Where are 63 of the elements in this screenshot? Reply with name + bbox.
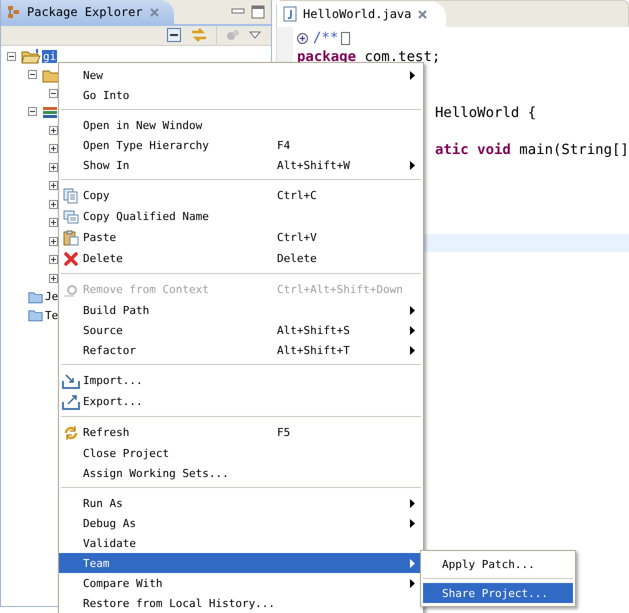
close-icon[interactable] — [417, 8, 428, 20]
open-folder-icon — [21, 48, 41, 64]
tree-expander-icon[interactable] — [49, 181, 58, 190]
menu-item[interactable]: Delete Delete — [59, 248, 423, 269]
menu-item[interactable]: Copy Ctrl+C — [59, 185, 423, 206]
menu-item[interactable]: Apply Patch... — [423, 554, 573, 574]
menu-item[interactable]: Debug As — [59, 513, 423, 533]
tree-expander-icon[interactable] — [28, 70, 37, 80]
tree-expander-icon[interactable] — [49, 236, 58, 246]
tree-expander-icon[interactable] — [49, 144, 58, 154]
menu-item[interactable]: New — [59, 65, 423, 85]
expand-fold-icon[interactable] — [297, 32, 308, 44]
import-icon — [62, 372, 80, 388]
menu-item[interactable]: Source Alt+Shift+S — [59, 320, 423, 340]
view-menu-icon[interactable] — [249, 30, 261, 38]
code-line: atic void main(String[] — [435, 142, 629, 158]
tree-expander-icon[interactable] — [49, 88, 58, 98]
collapse-all-icon[interactable] — [166, 26, 182, 42]
code-line: HelloWorld { — [435, 104, 536, 121]
delete-icon — [63, 250, 79, 266]
menu-item[interactable]: Refactor Alt+Shift+T — [59, 340, 423, 360]
java-file-icon — [283, 6, 297, 22]
tree-expander-icon[interactable] — [49, 126, 58, 135]
menu-item[interactable]: Close Project — [59, 443, 423, 463]
folded-marker-icon — [341, 32, 350, 45]
menu-item[interactable]: Import... — [59, 370, 423, 391]
editor-tab[interactable]: HelloWorld.java — [277, 1, 446, 27]
menu-item[interactable]: Open in New Window — [59, 115, 423, 135]
tree-item-label[interactable]: Te — [44, 308, 60, 322]
package-explorer-tab[interactable]: Package Explorer — [1, 0, 174, 24]
tree-expander-icon[interactable] — [49, 218, 58, 228]
menu-item[interactable]: Assign Working Sets... — [59, 463, 423, 483]
tree-expander-icon[interactable] — [49, 255, 58, 264]
menu-item[interactable]: Refresh F5 — [59, 422, 423, 443]
tree-expander-icon[interactable] — [28, 107, 37, 116]
menu-item[interactable]: Run As — [59, 493, 423, 513]
menu-item[interactable]: Export... — [59, 391, 423, 412]
menu-item[interactable]: Compare With — [59, 573, 423, 593]
tree-item-label[interactable]: gi — [42, 50, 58, 63]
menu-item[interactable]: Go Into — [59, 85, 423, 105]
tree-item-label[interactable]: Je — [44, 290, 60, 304]
menu-item[interactable]: Show In Alt+Shift+W — [59, 155, 423, 175]
menu-item[interactable]: Copy Qualified Name — [59, 206, 423, 227]
maximize-icon[interactable] — [251, 5, 265, 19]
menu-item[interactable]: Team — [59, 553, 423, 573]
copy-icon — [63, 208, 79, 224]
clipboard-icon — [63, 230, 79, 246]
tree-expander-icon[interactable] — [49, 162, 58, 172]
menu-item[interactable]: Share Project... — [423, 583, 573, 603]
tree-expander-icon[interactable] — [49, 274, 58, 283]
menu-item[interactable]: Restore from Local History... — [59, 593, 423, 613]
export-icon — [62, 394, 80, 410]
menu-item[interactable]: Validate — [59, 533, 423, 553]
copy-icon — [63, 188, 79, 204]
code-line: /** — [313, 30, 338, 46]
menu-item[interactable]: Build Path — [59, 300, 423, 320]
package-icon — [7, 5, 21, 19]
tree-expander-icon[interactable] — [7, 52, 16, 61]
code-line: package com.test; — [297, 48, 440, 65]
refresh-icon — [63, 424, 79, 440]
menu-item[interactable]: Paste Ctrl+V — [59, 227, 423, 248]
tree-expander-icon[interactable] — [49, 200, 58, 209]
menu-item[interactable]: Open Type Hierarchy F4 — [59, 135, 423, 155]
